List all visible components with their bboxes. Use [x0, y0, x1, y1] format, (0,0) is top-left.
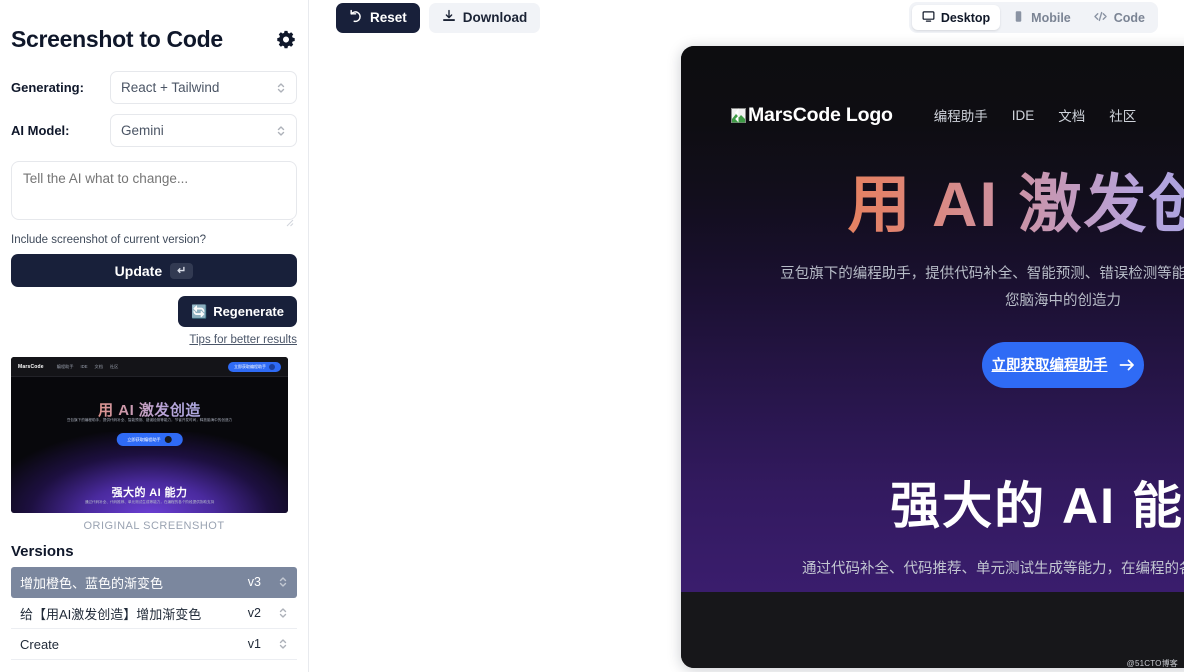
gear-icon[interactable]	[275, 29, 297, 51]
thumbnail-button-icon	[164, 436, 172, 443]
version-number: v3	[247, 575, 261, 589]
ai-model-value: Gemini	[121, 123, 164, 138]
toolbar: Reset Download Desktop Mobile Code	[309, 0, 1184, 35]
thumbnail-avatar-icon	[269, 363, 275, 370]
hero-cta-label: 立即获取编程助手	[991, 358, 1108, 375]
chevron-updown-icon[interactable]	[278, 636, 288, 652]
thumbnail-cta: 立即获取编程助手	[228, 361, 281, 372]
thumbnail-heading: 用 AI 激发创造	[11, 399, 288, 420]
code-icon	[1093, 10, 1108, 26]
tips-link[interactable]: Tips for better results	[189, 334, 297, 346]
arrow-right-icon	[1119, 358, 1135, 372]
section-heading: 强大的 AI 能力	[890, 477, 1184, 534]
main-panel: Reset Download Desktop Mobile Code MarsC…	[309, 0, 1184, 672]
enter-key-badge: ↵	[170, 262, 194, 279]
thumbnail-nav-links: 编程助手 IDE 文档 社区	[57, 364, 119, 370]
include-screenshot-label: Include screenshot of current version?	[11, 234, 206, 246]
page-title: Screenshot to Code	[11, 26, 223, 52]
version-row-v2[interactable]: 给【用AI激发创造】增加渐变色 v2	[11, 598, 297, 629]
generating-label: Generating:	[11, 80, 84, 95]
preview-footer-area	[681, 592, 1184, 668]
download-button[interactable]: Download	[428, 2, 541, 33]
sidebar: Screenshot to Code Generating: React + T…	[0, 0, 309, 672]
version-number: v1	[247, 637, 261, 651]
thumbnail-subtitle: 豆包旗下的编程助手，提供代码补全、智能预测、错误检测等能力，节省开发时间，释放脑…	[66, 418, 233, 422]
chevron-updown-icon	[276, 123, 286, 139]
reset-button-label: Reset	[370, 10, 407, 25]
thumbnail-nav: MarsCode 编程助手 IDE 文档 社区 立即获取编程助手	[11, 357, 288, 377]
nav-link-docs[interactable]: 文档	[1058, 105, 1085, 125]
tab-code[interactable]: Code	[1083, 5, 1155, 30]
version-name: 给【用AI激发创造】增加渐变色	[20, 606, 202, 622]
update-button-label: Update	[114, 262, 163, 279]
thumbnail-nav-link: 社区	[109, 363, 119, 369]
preview-scroll: MarsCode Logo 编程助手 IDE 文档 社区 立即获取编程助手	[681, 46, 1184, 668]
version-name: Create	[20, 636, 60, 652]
broken-image-icon	[731, 107, 746, 123]
tab-desktop-label: Desktop	[940, 10, 991, 25]
chevron-updown-icon[interactable]	[278, 574, 288, 590]
ai-model-select[interactable]: Gemini	[110, 114, 297, 147]
preview-nav-links: 编程助手 IDE 文档 社区	[934, 105, 1137, 125]
generating-select[interactable]: React + Tailwind	[110, 71, 297, 104]
tab-mobile[interactable]: Mobile	[1002, 5, 1081, 30]
tab-code-label: Code	[1113, 10, 1145, 25]
thumbnail-button: 立即获取编程助手	[116, 433, 183, 446]
hero-heading: 用 AI 激发创造	[681, 168, 1184, 242]
nav-link-ide[interactable]: IDE	[1012, 108, 1035, 123]
thumbnail-nav-link: 文档	[94, 363, 103, 369]
ai-model-label: AI Model:	[11, 123, 70, 138]
version-name: 增加橙色、蓝色的渐变色	[20, 575, 164, 591]
reset-button[interactable]: Reset	[336, 2, 420, 33]
download-button-label: Download	[462, 10, 528, 25]
versions-title: Versions	[11, 543, 74, 560]
view-mode-switcher: Desktop Mobile Code	[908, 2, 1158, 33]
tips-row: Tips for better results	[11, 334, 297, 346]
monitor-icon	[922, 10, 935, 26]
original-screenshot-section: MarsCode 编程助手 IDE 文档 社区 立即获取编程助手 用 AI 激发…	[11, 357, 297, 532]
version-number: v2	[247, 606, 261, 620]
thumbnail-cta-label: 立即获取编程助手	[234, 363, 266, 369]
preview-hero-section: MarsCode Logo 编程助手 IDE 文档 社区 立即获取编程助手	[681, 46, 1184, 592]
generating-row: Generating: React + Tailwind	[11, 71, 297, 104]
watermark: @51CTO博客	[1126, 659, 1178, 668]
chevron-updown-icon[interactable]	[278, 605, 288, 621]
version-row-v3[interactable]: 增加橙色、蓝色的渐变色 v3	[11, 567, 297, 598]
tab-desktop[interactable]: Desktop	[911, 5, 1001, 30]
thumbnail-button-label: 立即获取编程助手	[127, 436, 161, 442]
chevron-updown-icon	[276, 80, 286, 96]
download-icon	[442, 9, 456, 26]
thumbnail-brand: MarsCode	[18, 363, 44, 370]
nav-link-assistant[interactable]: 编程助手	[934, 105, 988, 125]
brand-alt-text: MarsCode Logo	[748, 103, 893, 126]
thumbnail-nav-link: IDE	[80, 363, 88, 369]
sidebar-header: Screenshot to Code	[11, 26, 297, 53]
refresh-icon: 🔄	[191, 303, 208, 319]
brand[interactable]: MarsCode Logo	[731, 104, 893, 127]
hero-cta-button[interactable]: 立即获取编程助手	[982, 341, 1144, 388]
undo-icon	[349, 9, 363, 26]
resize-grip-icon[interactable]	[285, 214, 294, 227]
regenerate-button[interactable]: 🔄 Regenerate	[178, 296, 297, 327]
version-row-v1[interactable]: Create v1	[11, 629, 297, 660]
tab-mobile-label: Mobile	[1031, 10, 1071, 25]
prompt-input[interactable]	[11, 161, 297, 220]
nav-link-community[interactable]: 社区	[1109, 105, 1136, 125]
original-screenshot-label: ORIGINAL SCREENSHOT	[83, 520, 225, 532]
thumbnail-subtitle-2: 通过代码补全、代码推荐、单元测试生成等能力，在编程的各个阶段提供协助支持	[84, 500, 215, 504]
preview-navbar: MarsCode Logo 编程助手 IDE 文档 社区 立即获取编程助手	[681, 46, 1184, 131]
section-subtitle: 通过代码补全、代码推荐、单元测试生成等能力，在编程的各个阶段提供协助支持	[802, 560, 1184, 577]
regenerate-row: 🔄 Regenerate	[11, 296, 297, 327]
original-screenshot-thumbnail[interactable]: MarsCode 编程助手 IDE 文档 社区 立即获取编程助手 用 AI 激发…	[11, 357, 288, 513]
thumbnail-heading-2: 强大的 AI 能力	[111, 487, 188, 499]
update-button[interactable]: Update ↵	[11, 254, 297, 287]
hero-subtitle: 豆包旗下的编程助手，提供代码补全、智能预测、错误检测等能力，节省开发时间，释放您…	[780, 266, 1184, 310]
ai-model-row: AI Model: Gemini	[11, 114, 297, 147]
preview-frame[interactable]: MarsCode Logo 编程助手 IDE 文档 社区 立即获取编程助手	[681, 46, 1184, 668]
phone-icon	[1012, 10, 1025, 26]
thumbnail-nav-link: 编程助手	[56, 363, 74, 369]
app-root: Screenshot to Code Generating: React + T…	[0, 0, 1184, 672]
regenerate-button-label: Regenerate	[213, 304, 284, 319]
generating-value: React + Tailwind	[121, 80, 220, 95]
